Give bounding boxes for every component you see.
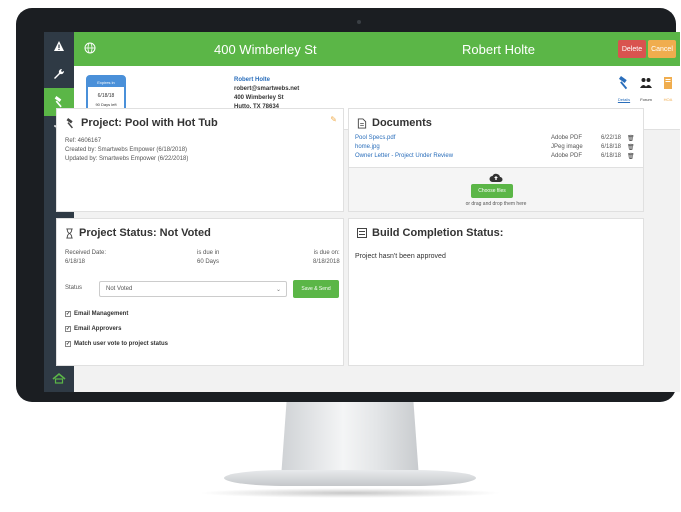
documents-title-text: Documents bbox=[372, 117, 432, 129]
documents-title: Documents bbox=[357, 117, 432, 129]
document-row: home.jpg JPeg image 6/18/18 🗑 bbox=[355, 144, 639, 153]
project-status-panel: Project Status: Not Voted Received Date:… bbox=[56, 218, 344, 366]
choose-files-button[interactable]: Choose files bbox=[471, 184, 513, 198]
drop-note: or drag and drop them here bbox=[465, 201, 527, 207]
project-title-text: Project: Pool with Hot Tub bbox=[81, 117, 218, 129]
document-date: 6/18/18 bbox=[601, 153, 622, 159]
status-title: Project Status: Not Voted bbox=[65, 227, 211, 239]
document-date: 6/22/18 bbox=[601, 135, 622, 141]
monitor-base bbox=[224, 470, 476, 486]
document-type: Adobe PDF bbox=[551, 135, 583, 141]
file-dropzone[interactable]: Choose files or drag and drop them here bbox=[349, 167, 643, 211]
project-ref: Ref: 4606167 bbox=[65, 138, 102, 144]
document-link[interactable]: Pool Specs.pdf bbox=[355, 135, 395, 141]
documents-panel: Documents Pool Specs.pdf Adobe PDF 6/22/… bbox=[348, 108, 644, 212]
project-meta: Ref: 4606167 Created by: Smartwebs Empow… bbox=[65, 137, 188, 164]
monitor-neck bbox=[281, 402, 419, 478]
save-and-send-button[interactable]: Save & Send bbox=[293, 280, 339, 298]
document-date: 6/18/18 bbox=[601, 144, 622, 150]
project-panel: Project: Pool with Hot Tub ✎ Ref: 460616… bbox=[56, 108, 344, 212]
status-select-value: Not Voted bbox=[106, 286, 133, 292]
document-link[interactable]: home.jpg bbox=[355, 144, 380, 150]
build-completion-panel: Build Completion Status: Project hasn't … bbox=[348, 218, 644, 366]
received-col: Received Date: 6/18/18 bbox=[65, 249, 106, 267]
checkbox-email-management[interactable]: ✓ Email Management bbox=[65, 311, 128, 317]
trash-icon[interactable]: 🗑 bbox=[627, 135, 635, 142]
trash-icon[interactable]: 🗑 bbox=[627, 144, 635, 151]
status-select[interactable]: Not Voted ⌄ bbox=[99, 281, 287, 297]
due-in-col: is due in 60 Days bbox=[197, 249, 219, 267]
checkbox-box[interactable]: ✓ bbox=[65, 326, 71, 332]
list-icon bbox=[357, 228, 367, 238]
document-row: Pool Specs.pdf Adobe PDF 6/22/18 🗑 bbox=[355, 135, 639, 144]
document-type: Adobe PDF bbox=[551, 153, 583, 159]
status-label: Status bbox=[65, 285, 83, 291]
due-on-col: is due on: 8/18/2018 bbox=[313, 249, 340, 267]
document-icon bbox=[357, 117, 367, 129]
checkbox-match-vote[interactable]: ✓ Match user vote to project status bbox=[65, 341, 168, 347]
checkbox-email-approvers[interactable]: ✓ Email Approvers bbox=[65, 326, 121, 332]
build-title: Build Completion Status: bbox=[357, 227, 503, 239]
due-on-value: 8/18/2018 bbox=[313, 259, 340, 265]
build-status-text: Project hasn't been approved bbox=[355, 253, 446, 260]
document-type: JPeg image bbox=[551, 144, 583, 150]
build-title-text: Build Completion Status: bbox=[372, 227, 504, 239]
due-in-label: is due in bbox=[197, 250, 220, 256]
trash-icon[interactable]: 🗑 bbox=[627, 153, 635, 160]
status-row: Status Not Voted ⌄ Save & Send bbox=[65, 280, 341, 298]
due-on-label: is due on: bbox=[313, 250, 340, 256]
cloud-upload-icon bbox=[489, 173, 503, 182]
due-in-value: 60 Days bbox=[197, 259, 220, 265]
chevron-down-icon: ⌄ bbox=[275, 287, 281, 293]
checkbox-label: Email Approvers bbox=[74, 326, 122, 332]
checkbox-label: Match user vote to project status bbox=[74, 341, 169, 347]
hourglass-icon bbox=[66, 227, 73, 239]
checkbox-label: Email Management bbox=[74, 311, 129, 317]
checkbox-box[interactable]: ✓ bbox=[65, 341, 71, 347]
received-value: 6/18/18 bbox=[65, 259, 86, 265]
content-area: Project: Pool with Hot Tub ✎ Ref: 460616… bbox=[44, 32, 680, 392]
document-row: Owner Letter - Project Under Review Adob… bbox=[355, 153, 639, 162]
document-link[interactable]: Owner Letter - Project Under Review bbox=[355, 153, 453, 159]
edit-pencil-icon[interactable]: ✎ bbox=[330, 115, 337, 124]
project-title: Project: Pool with Hot Tub bbox=[65, 117, 218, 129]
project-created: Created by: Smartwebs Empower (6/18/2018… bbox=[65, 147, 188, 153]
project-updated: Updated by: Smartwebs Empower (6/22/2018… bbox=[65, 156, 189, 162]
received-label: Received Date: bbox=[65, 250, 107, 256]
monitor-shadow bbox=[198, 488, 502, 498]
status-title-text: Project Status: Not Voted bbox=[79, 227, 211, 239]
checkbox-box[interactable]: ✓ bbox=[65, 311, 71, 317]
webcam bbox=[357, 20, 361, 24]
hammer-icon bbox=[66, 117, 73, 128]
